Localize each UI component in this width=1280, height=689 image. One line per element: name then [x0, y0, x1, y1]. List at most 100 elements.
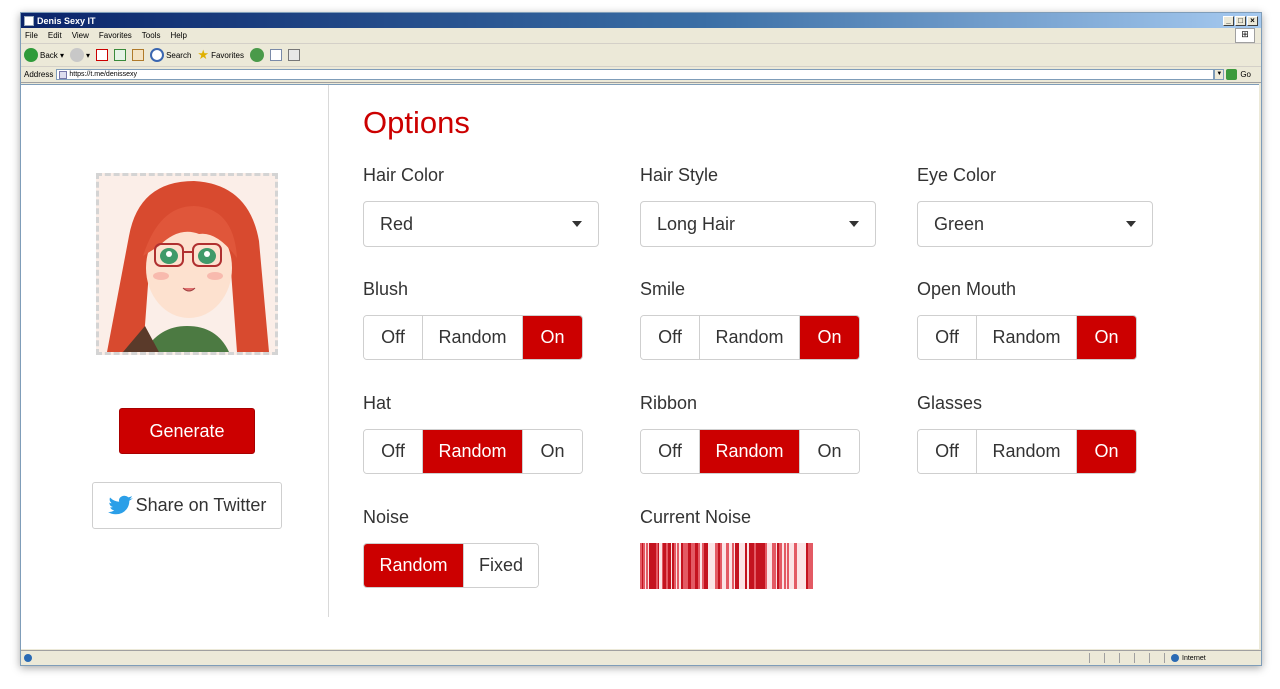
smile-random-button[interactable]: Random: [700, 316, 800, 359]
go-button[interactable]: Go: [1226, 69, 1251, 80]
blush-on-button[interactable]: On: [523, 316, 582, 359]
noise-fixed-button[interactable]: Fixed: [464, 544, 538, 587]
noise-stripe: [642, 543, 643, 589]
generate-button[interactable]: Generate: [119, 408, 255, 454]
menu-tools[interactable]: Tools: [142, 31, 161, 40]
noise-stripe: [704, 543, 705, 589]
open-mouth-on-button[interactable]: On: [1077, 316, 1136, 359]
noise-stripe: [680, 543, 681, 589]
blush-random-button[interactable]: Random: [423, 316, 523, 359]
maximize-button[interactable]: □: [1235, 15, 1246, 26]
noise-stripe: [752, 543, 754, 589]
go-arrow-icon: [1226, 69, 1238, 80]
close-button[interactable]: ×: [1247, 15, 1258, 26]
noise-stripe: [648, 543, 649, 589]
history-icon[interactable]: [249, 48, 264, 62]
noise-stripe: [777, 543, 778, 589]
noise-stripe: [772, 543, 775, 589]
menu-favorites[interactable]: Favorites: [99, 31, 132, 40]
hat-random-button[interactable]: Random: [423, 430, 523, 473]
noise-stripe: [770, 543, 772, 589]
noise-stripe: [722, 543, 725, 589]
noise-stripe: [649, 543, 651, 589]
ribbon-toggle-group: Off Random On: [640, 429, 860, 474]
smile-off-button[interactable]: Off: [641, 316, 700, 359]
stop-icon[interactable]: [96, 49, 109, 61]
share-twitter-button[interactable]: Share on Twitter: [92, 482, 282, 529]
ie-icon: [24, 15, 34, 26]
favorites-button[interactable]: ★ Favorites: [197, 47, 244, 63]
hat-on-button[interactable]: On: [523, 430, 582, 473]
noise-stripe: [718, 543, 720, 589]
back-button[interactable]: Back ▾: [24, 48, 64, 62]
address-input[interactable]: https://t.me/denissexy: [56, 69, 1215, 80]
hair-style-select[interactable]: Long Hair: [640, 201, 876, 247]
smile-on-button[interactable]: On: [800, 316, 859, 359]
go-label: Go: [1240, 70, 1251, 79]
eye-color-select[interactable]: Green: [917, 201, 1153, 247]
noise-stripe: [668, 543, 671, 589]
noise-stripe: [671, 543, 672, 589]
hat-off-button[interactable]: Off: [364, 430, 423, 473]
print-icon[interactable]: [287, 49, 300, 61]
chevron-down-icon: [572, 221, 582, 227]
hat-field: Hat Off Random On: [363, 393, 603, 474]
noise-stripe: [721, 543, 722, 589]
noise-stripe: [768, 543, 770, 589]
open-mouth-off-button[interactable]: Off: [918, 316, 977, 359]
search-button[interactable]: Search: [150, 48, 191, 62]
noise-stripe: [658, 543, 659, 589]
noise-stripe: [802, 543, 804, 589]
menu-file[interactable]: File: [25, 31, 38, 40]
noise-stripe: [689, 543, 691, 589]
forward-button[interactable]: ▾: [70, 48, 90, 62]
open-mouth-label: Open Mouth: [917, 279, 1017, 299]
home-icon[interactable]: [132, 49, 145, 61]
noise-stripe: [730, 543, 732, 589]
back-label: Back: [40, 50, 58, 60]
noise-stripe: [695, 543, 698, 589]
star-icon: ★: [197, 47, 210, 62]
menu-help[interactable]: Help: [170, 31, 186, 40]
smile-toggle-group: Off Random On: [640, 315, 860, 360]
mail-icon[interactable]: [269, 49, 282, 61]
noise-field: Noise Random Fixed: [363, 507, 603, 588]
hat-label: Hat: [363, 393, 392, 413]
ribbon-off-button[interactable]: Off: [641, 430, 700, 473]
glasses-off-button[interactable]: Off: [918, 430, 977, 473]
ribbon-on-button[interactable]: On: [800, 430, 859, 473]
menu-view[interactable]: View: [72, 31, 89, 40]
menu-edit[interactable]: Edit: [48, 31, 62, 40]
current-noise-field: Current Noise: [640, 507, 880, 594]
chevron-down-icon: [849, 221, 859, 227]
address-label: Address: [24, 70, 54, 79]
noise-stripe: [744, 543, 745, 589]
status-segment: [1149, 653, 1164, 663]
page-content: Generate Share on Twitter Options Hair C…: [21, 84, 1259, 649]
open-mouth-random-button[interactable]: Random: [977, 316, 1077, 359]
status-segment: [1104, 653, 1119, 663]
options-title: Options: [363, 105, 470, 140]
blush-off-button[interactable]: Off: [364, 316, 423, 359]
eye-color-value: Green: [934, 213, 985, 234]
hair-color-field: Hair Color Red: [363, 165, 603, 247]
glasses-field: Glasses Off Random On: [917, 393, 1157, 474]
noise-stripe: [646, 543, 648, 589]
noise-stripe: [691, 543, 692, 589]
glasses-on-button[interactable]: On: [1077, 430, 1136, 473]
ribbon-random-button[interactable]: Random: [700, 430, 800, 473]
window-title: Denis Sexy IT: [37, 15, 96, 26]
noise-stripe: [676, 543, 677, 589]
noise-stripe: [792, 543, 794, 589]
noise-stripe: [782, 543, 784, 589]
refresh-icon[interactable]: [114, 49, 127, 61]
noise-stripe: [765, 543, 767, 589]
address-dropdown-icon[interactable]: ▼: [1214, 69, 1225, 80]
minimize-button[interactable]: _: [1223, 15, 1234, 26]
noise-random-button[interactable]: Random: [364, 544, 464, 587]
glasses-random-button[interactable]: Random: [977, 430, 1077, 473]
hair-color-select[interactable]: Red: [363, 201, 599, 247]
noise-stripe: [789, 543, 792, 589]
noise-stripe: [784, 543, 786, 589]
sidebar: Generate Share on Twitter: [21, 85, 329, 617]
